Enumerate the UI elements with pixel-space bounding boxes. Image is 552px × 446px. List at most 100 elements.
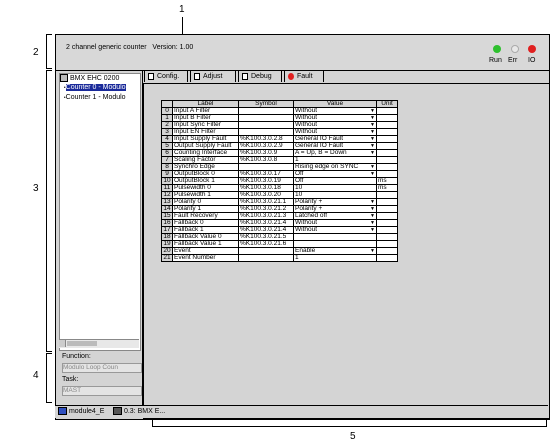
dropdown-arrow-icon[interactable]: ▼ — [370, 137, 375, 142]
row-index: 14 — [161, 205, 173, 213]
row-value[interactable]: General IO Fault ▼ — [293, 142, 377, 150]
row-label: Input B Filter — [172, 114, 239, 122]
io-led-icon — [528, 45, 536, 53]
tab-fault[interactable]: Fault — [284, 70, 324, 82]
row-label: Polarity 1 — [172, 205, 239, 213]
tab-config[interactable]: Config. — [144, 70, 188, 82]
row-index: 13 — [161, 198, 173, 206]
row-unit — [376, 142, 398, 150]
dropdown-arrow-icon[interactable]: ▼ — [370, 228, 375, 233]
tree-item-counter-1[interactable]: •Counter 1 - Modulo — [60, 93, 140, 103]
run-led-icon — [493, 45, 501, 53]
row-symbol: %K100.3.0.21.1 — [238, 198, 294, 206]
row-value[interactable]: 1 — [293, 254, 377, 262]
row-index: 3 — [161, 128, 173, 136]
row-value[interactable]: 1 — [293, 156, 377, 164]
tree-root[interactable]: BMX EHC 0200 — [60, 74, 140, 83]
module-window: 2 channel generic counter Version: 1.00 … — [55, 34, 550, 420]
row-label: Counting Interface — [172, 149, 239, 157]
dropdown-arrow-icon[interactable]: ▼ — [370, 116, 375, 121]
row-index: 19 — [161, 240, 173, 248]
tab-adjust[interactable]: Adjust — [190, 70, 236, 82]
dropdown-arrow-icon[interactable]: ▼ — [370, 172, 375, 177]
row-index: 17 — [161, 226, 173, 234]
row-label: OutputBlock 0 — [172, 170, 239, 178]
row-value[interactable] — [293, 233, 377, 241]
err-led-label: Err — [508, 57, 518, 64]
row-label: Fallback 1 — [172, 226, 239, 234]
row-symbol: %K100.3.0.2.9 — [238, 142, 294, 150]
row-symbol: %K100.3.0.18 — [238, 184, 294, 192]
tree-item-counter-0[interactable]: •Counter 0 - Modulo — [60, 83, 140, 93]
row-value[interactable]: Off — [293, 177, 377, 185]
row-value[interactable]: Enable ▼ — [293, 247, 377, 255]
row-value[interactable]: Without ▼ — [293, 121, 377, 129]
taskbar-item-module[interactable]: module4_E — [58, 407, 104, 417]
dropdown-arrow-icon[interactable]: ▼ — [370, 165, 375, 170]
function-select[interactable]: Modulo Loop Coun — [62, 363, 142, 373]
row-value[interactable]: General IO Fault ▼ — [293, 135, 377, 143]
row-label: Pulsewidth 0 — [172, 184, 239, 192]
table-row: 5 Output Supply Fault %K100.3.0.2.9 General… — [161, 142, 398, 150]
tree-horizontal-scrollbar[interactable] — [59, 339, 139, 348]
row-unit — [376, 135, 398, 143]
row-value[interactable] — [293, 240, 377, 248]
row-value[interactable]: Rising edge on SYNC ▼ — [293, 163, 377, 171]
dropdown-arrow-icon[interactable]: ▼ — [370, 200, 375, 205]
tab-debug[interactable]: Debug — [238, 70, 282, 82]
task-label: Task: — [62, 376, 79, 383]
table-row: 7 Scaling Factor %K100.3.0.8 1 — [161, 156, 398, 164]
scroll-left-icon[interactable] — [59, 340, 66, 347]
dropdown-arrow-icon[interactable]: ▼ — [370, 109, 375, 114]
row-symbol: %K100.3.0.9 — [238, 149, 294, 157]
row-value[interactable]: A = Up, B = Down ▼ — [293, 149, 377, 157]
row-value[interactable]: Without ▼ — [293, 219, 377, 227]
row-value[interactable]: Off ▼ — [293, 170, 377, 178]
row-value[interactable]: Without ▼ — [293, 107, 377, 115]
channel-panel: BMX EHC 0200 •Counter 0 - Modulo •Counte… — [56, 71, 143, 418]
dropdown-arrow-icon[interactable]: ▼ — [370, 214, 375, 219]
config-table: Label Symbol Value Unit 0 Input A Filter W… — [161, 100, 398, 262]
row-value[interactable]: Without ▼ — [293, 226, 377, 234]
row-value[interactable]: Without ▼ — [293, 114, 377, 122]
scroll-thumb[interactable] — [67, 341, 97, 346]
row-index: 7 — [161, 156, 173, 164]
row-unit — [376, 156, 398, 164]
dropdown-arrow-icon[interactable]: ▼ — [370, 144, 375, 149]
row-symbol — [238, 254, 294, 262]
dropdown-arrow-icon[interactable]: ▼ — [370, 249, 375, 254]
row-unit — [376, 121, 398, 129]
row-label: Fallback 0 — [172, 219, 239, 227]
header-bar: 2 channel generic counter Version: 1.00 … — [56, 35, 549, 71]
row-value[interactable]: Without ▼ — [293, 128, 377, 136]
row-index: 10 — [161, 177, 173, 185]
row-unit — [376, 191, 398, 199]
row-value[interactable]: Latched off ▼ — [293, 212, 377, 220]
row-value[interactable]: 10 — [293, 191, 377, 199]
window-icon — [58, 407, 67, 416]
dropdown-arrow-icon[interactable]: ▼ — [370, 151, 375, 156]
row-index: 4 — [161, 135, 173, 143]
task-select[interactable]: MAST — [62, 386, 142, 396]
row-value[interactable]: Polarity + ▼ — [293, 198, 377, 206]
table-row: 16 Fallback 0 %K100.3.0.21.4 Without ▼ — [161, 219, 398, 227]
table-row: 11 Pulsewidth 0 %K100.3.0.18 10 ms — [161, 184, 398, 192]
dropdown-arrow-icon[interactable]: ▼ — [370, 207, 375, 212]
row-value[interactable]: 10 — [293, 184, 377, 192]
dropdown-arrow-icon[interactable]: ▼ — [370, 123, 375, 128]
module-icon — [113, 407, 122, 416]
row-value[interactable]: Polarity + ▼ — [293, 205, 377, 213]
row-index: 9 — [161, 170, 173, 178]
row-symbol: %K100.3.0.21.4 — [238, 226, 294, 234]
module-title: 2 channel generic counter Version: 1.00 — [66, 44, 194, 51]
row-symbol: %K100.3.0.20 — [238, 191, 294, 199]
config-icon — [148, 73, 154, 80]
table-row: 4 Input Supply Fault %K100.3.0.2.8 General … — [161, 135, 398, 143]
dropdown-arrow-icon[interactable]: ▼ — [370, 221, 375, 226]
row-symbol — [238, 128, 294, 136]
row-unit — [376, 219, 398, 227]
dropdown-arrow-icon[interactable]: ▼ — [370, 130, 375, 135]
row-symbol: %K100.3.0.17 — [238, 170, 294, 178]
row-unit — [376, 212, 398, 220]
taskbar-item-bmx[interactable]: 0.3: BMX E... — [113, 407, 165, 417]
